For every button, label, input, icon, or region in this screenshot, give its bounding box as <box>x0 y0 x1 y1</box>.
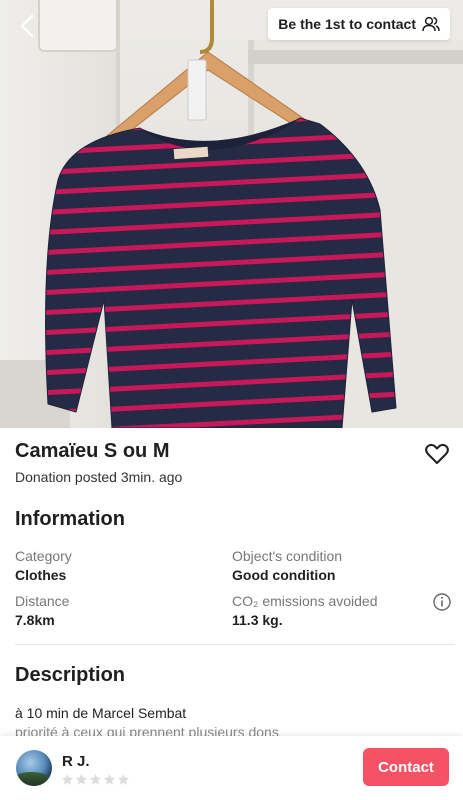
item-details: Camaïeu S ou M Donation posted 3min. ago… <box>0 428 463 736</box>
star-icon <box>89 773 102 785</box>
striped-shirt-image <box>45 0 397 428</box>
heart-icon[interactable] <box>423 440 451 468</box>
description-line-1: à 10 min de Marcel Sembat <box>15 705 187 721</box>
title-row: Camaïeu S ou M Donation posted 3min. ago <box>15 440 451 485</box>
section-divider <box>15 644 455 645</box>
info-condition: Object's condition Good condition <box>232 548 342 583</box>
info-category: Category Clothes <box>15 548 72 583</box>
first-contact-label: Be the 1st to contact <box>278 16 416 32</box>
item-title: Camaïeu S ou M <box>15 440 170 462</box>
back-button[interactable] <box>12 10 44 42</box>
posted-time: Donation posted 3min. ago <box>15 469 183 485</box>
item-photo[interactable]: Be the 1st to contact <box>0 0 463 428</box>
avatar[interactable] <box>16 750 52 786</box>
category-label: Category <box>15 548 72 564</box>
star-icon <box>75 773 88 785</box>
description-line-2: priorité à ceux qui prennent plusieurs d… <box>15 724 279 736</box>
contact-button[interactable]: Contact <box>363 748 449 786</box>
star-icon <box>61 773 74 785</box>
information-heading: Information <box>15 508 125 530</box>
users-icon <box>422 16 440 32</box>
distance-label: Distance <box>15 593 70 609</box>
chevron-left-icon <box>20 14 34 38</box>
distance-value: 7.8km <box>15 612 55 628</box>
condition-value: Good condition <box>232 567 336 583</box>
category-value: Clothes <box>15 567 67 583</box>
user-rating <box>61 773 130 786</box>
condition-label: Object's condition <box>232 548 343 564</box>
co2-value: 11.3 kg. <box>232 612 283 628</box>
info-distance: Distance 7.8km <box>15 593 69 628</box>
bottom-bar: R J. Contact <box>0 736 463 800</box>
info-co2: CO₂ emissions avoided 11.3 kg. <box>232 593 378 628</box>
first-contact-badge[interactable]: Be the 1st to contact <box>268 8 450 40</box>
star-icon <box>117 773 130 785</box>
info-icon[interactable] <box>432 592 452 612</box>
description-text: à 10 min de Marcel Sembat priorité à ceu… <box>15 704 448 736</box>
co2-label: CO₂ emissions avoided <box>232 593 378 609</box>
star-icon <box>103 773 116 785</box>
user-name[interactable]: R J. <box>62 753 90 770</box>
description-heading: Description <box>15 664 126 686</box>
